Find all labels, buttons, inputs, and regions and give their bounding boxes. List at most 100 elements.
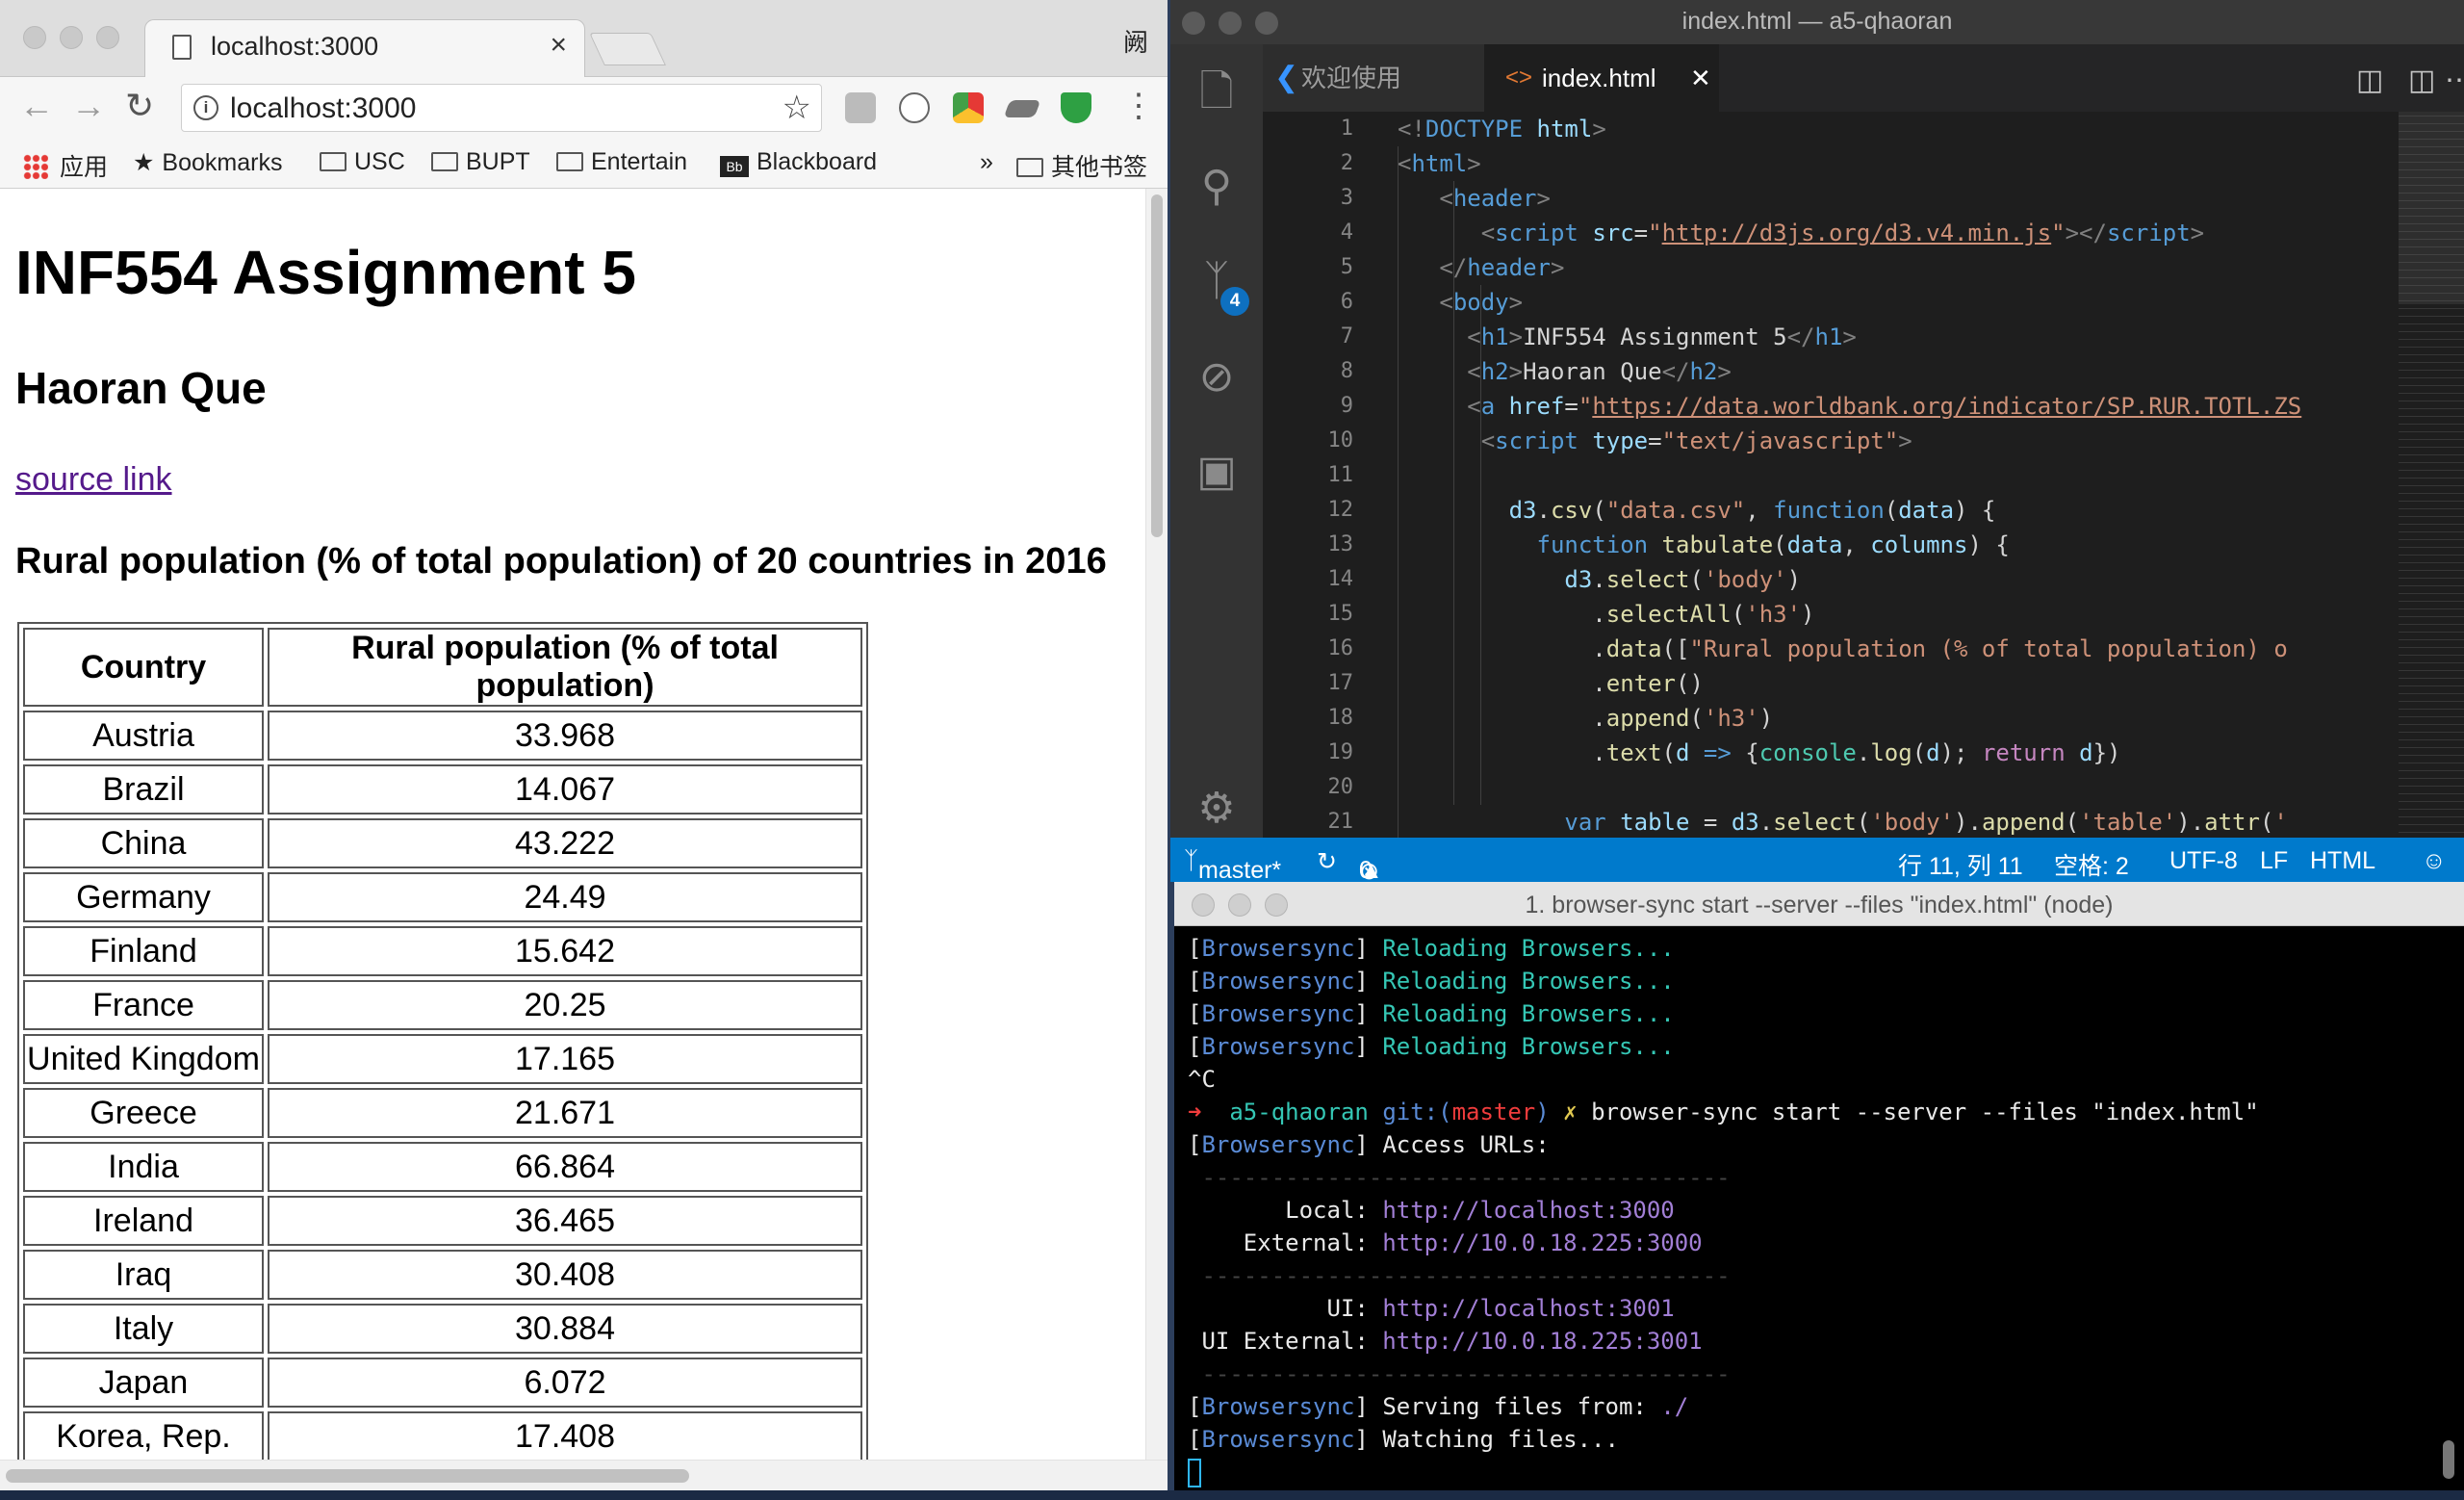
- terminal-line: [1188, 1456, 2429, 1488]
- table-row: Austria 33.968: [23, 711, 862, 761]
- tab-index-html[interactable]: <> index.html ✕: [1484, 44, 1719, 112]
- more-actions-icon[interactable]: ⋯: [2445, 64, 2464, 97]
- vertical-scrollbar[interactable]: [1145, 189, 1168, 1460]
- line-number: 20: [1327, 775, 1354, 799]
- code-line: <script src="http://d3js.org/d3.v4.min.j…: [1480, 220, 2205, 246]
- close-window-button[interactable]: [23, 26, 46, 49]
- search-icon[interactable]: ⚲: [1194, 164, 1240, 210]
- bookmark-other[interactable]: 其他书签: [1016, 148, 1147, 183]
- bookmark-blackboard[interactable]: Bb Blackboard: [720, 148, 877, 177]
- sync-icon[interactable]: ↻: [1317, 847, 1337, 876]
- branch-name: master*: [1198, 857, 1282, 882]
- split-editor-icon[interactable]: ◫: [2408, 64, 2435, 97]
- code-line: <h1>INF554 Assignment 5</h1>: [1467, 323, 1857, 350]
- eol-status[interactable]: LF: [2260, 847, 2288, 875]
- encoding-status[interactable]: UTF-8: [2169, 847, 2238, 875]
- extension-icon-4[interactable]: [1003, 100, 1041, 117]
- back-arrow-icon[interactable]: ←: [19, 87, 54, 125]
- bookmark-label: 其他书签: [1051, 154, 1148, 181]
- browser-toolbar: ← → ↻ i localhost:3000 ☆ ⋮: [0, 77, 1168, 141]
- minimap-slider[interactable]: [2399, 112, 2464, 304]
- bookmark-apps[interactable]: 应用: [23, 148, 108, 183]
- tab-close-button[interactable]: ×: [550, 29, 567, 62]
- value-cell: 20.25: [268, 980, 862, 1030]
- tab-welcome[interactable]: ❮ 欢迎使用: [1263, 44, 1484, 112]
- terminal-line: UI External: http://10.0.18.225:3001: [1201, 1328, 1703, 1355]
- table-row: United Kingdom 17.165: [23, 1034, 862, 1084]
- info-icon[interactable]: i: [193, 95, 218, 120]
- zoom-window-button[interactable]: [96, 26, 119, 49]
- code-line: </header>: [1439, 254, 1565, 281]
- code-editor[interactable]: 1 2 3 4 5 6 7 8 9 10 11 12 13 14 15 16 17 18 19 20 21 <!DOCT…: [1263, 112, 2464, 838]
- bookmark-entertain[interactable]: Entertain: [556, 148, 687, 176]
- code-line: .enter(): [1398, 670, 1704, 697]
- cursor-position[interactable]: 行 11, 列 11: [1898, 847, 2023, 882]
- country-cell: Korea, Rep.: [23, 1411, 264, 1460]
- browser-tab[interactable]: localhost:3000 ×: [144, 19, 585, 78]
- line-number: 11: [1327, 463, 1354, 487]
- tab-close-icon[interactable]: ✕: [1690, 44, 1711, 112]
- editor-tab-bar: ❮ 欢迎使用 <> index.html ✕ ◫ ◫ ⋯: [1263, 44, 2464, 112]
- extension-icon-1[interactable]: [845, 92, 876, 123]
- reload-icon[interactable]: ↻: [125, 87, 154, 125]
- html-file-icon: <>: [1505, 65, 1533, 91]
- new-tab-button[interactable]: [589, 33, 666, 65]
- code-line: <a href="https://data.worldbank.org/indi…: [1467, 393, 2302, 420]
- vscode-logo-icon: ❮: [1274, 62, 1299, 93]
- dirty-mark-icon: ✗: [1563, 1099, 1578, 1125]
- table-row: Iraq 30.408: [23, 1250, 862, 1300]
- feedback-smiley-icon[interactable]: ☺: [2422, 847, 2447, 875]
- extension-icon-2[interactable]: [899, 92, 930, 123]
- scm-badge: 4: [1220, 287, 1249, 316]
- terminal-line: Local: http://localhost:3000: [1285, 1197, 1675, 1224]
- scroll-thumb[interactable]: [6, 1469, 689, 1483]
- address-bar[interactable]: i localhost:3000 ☆: [181, 84, 822, 132]
- scroll-thumb[interactable]: [1151, 194, 1163, 537]
- terminal-scrollbar[interactable]: [2443, 1440, 2454, 1479]
- terminal-line: [Browsersync] Reloading Browsers...: [1188, 935, 1675, 962]
- table-row: Greece 21.671: [23, 1088, 862, 1138]
- extensions-icon[interactable]: ▣: [1194, 449, 1240, 495]
- country-cell: Germany: [23, 872, 264, 922]
- horizontal-scrollbar[interactable]: [0, 1460, 1168, 1490]
- minimize-window-button[interactable]: [60, 26, 83, 49]
- code-content[interactable]: <!DOCTYPE html> <html> <header> <script …: [1398, 112, 2322, 838]
- bookmark-bupt[interactable]: BUPT: [431, 148, 530, 176]
- terminal-line: [Browsersync] Serving files from: ./: [1188, 1393, 1689, 1420]
- bookmark-usc[interactable]: USC: [320, 148, 405, 176]
- profile-label[interactable]: 阙: [1123, 23, 1148, 59]
- page-content: INF554 Assignment 5 Haoran Que source li…: [0, 189, 1145, 1460]
- terminal-window: 1. browser-sync start --server --files "…: [1174, 882, 2464, 1490]
- tab-label: 欢迎使用: [1301, 64, 1402, 92]
- code-line: <h2>Haoran Que</h2>: [1467, 358, 1732, 385]
- terminal-line: --------------------------------------: [1201, 1164, 1731, 1191]
- tab-strip: localhost:3000 × 阙: [0, 0, 1168, 78]
- page-subtitle: Haoran Que: [15, 363, 267, 413]
- bookmark-bookmarks[interactable]: ★ Bookmarks: [133, 148, 282, 177]
- line-number: 3: [1340, 186, 1353, 210]
- source-link[interactable]: source link: [15, 461, 172, 499]
- extension-icon-3[interactable]: [953, 92, 984, 123]
- bookmarks-overflow-button[interactable]: »: [980, 148, 993, 176]
- menu-dots-icon[interactable]: ⋮: [1122, 87, 1155, 125]
- debug-icon[interactable]: ⊘: [1194, 354, 1240, 401]
- table-row: France 20.25: [23, 980, 862, 1030]
- open-preview-icon[interactable]: ◫: [2356, 64, 2383, 97]
- table-row: Germany 24.49: [23, 872, 862, 922]
- bookmark-star-icon[interactable]: ☆: [783, 89, 811, 127]
- forward-arrow-icon[interactable]: →: [71, 87, 106, 125]
- indentation-status[interactable]: 空格: 2: [2054, 847, 2129, 882]
- line-number: 2: [1340, 151, 1353, 175]
- country-cell: Greece: [23, 1088, 264, 1138]
- shield-icon[interactable]: [1061, 92, 1091, 123]
- code-line: .append('h3'): [1398, 705, 1774, 732]
- address-url[interactable]: localhost:3000: [230, 92, 416, 125]
- terminal-output[interactable]: [Browsersync] Reloading Browsers... [Bro…: [1188, 932, 2429, 1487]
- explorer-icon[interactable]: 🗋: [1194, 69, 1240, 116]
- column-header-country: Country: [23, 628, 264, 707]
- branch-status[interactable]: ᛉ master*: [1184, 847, 1281, 882]
- language-status[interactable]: HTML: [2310, 847, 2375, 875]
- gear-icon[interactable]: ⚙: [1194, 786, 1240, 832]
